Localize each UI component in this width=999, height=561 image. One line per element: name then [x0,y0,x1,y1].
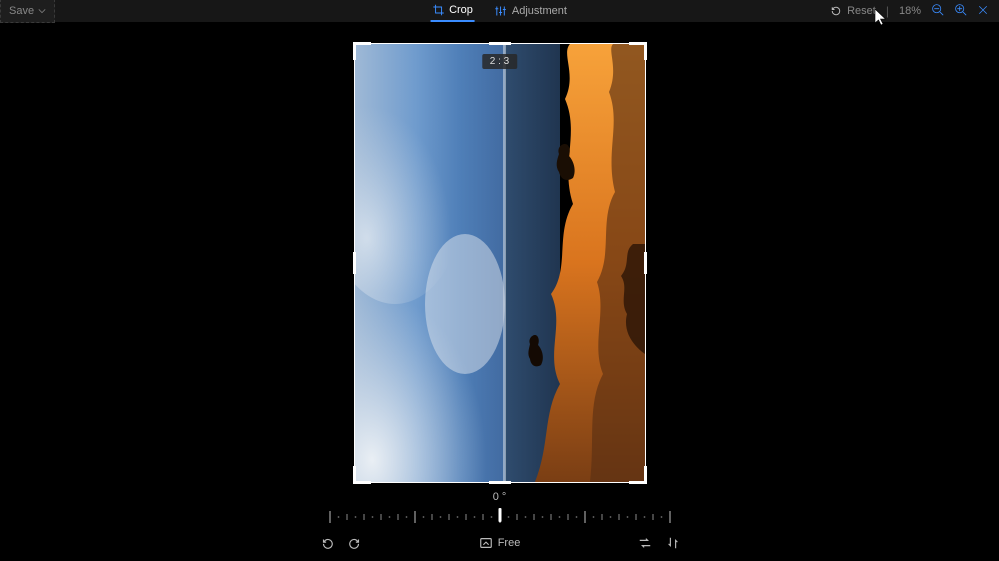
crop-icon [432,4,444,16]
rotate-right-icon [348,536,362,550]
rotate-right-button[interactable] [348,536,362,550]
bottom-controls: 0 ° [0,491,999,561]
mode-tabs: Crop Adjustment [430,0,569,22]
flip-vertical-icon [666,536,680,550]
zoom-in-button[interactable] [954,3,967,19]
right-tools: Reset | 18% [830,0,999,22]
rotate-left-icon [320,536,334,550]
chevron-down-icon [38,7,46,15]
image-canvas: 2 : 3 [0,40,999,485]
save-button[interactable]: Save [0,0,55,23]
zoom-in-icon [954,3,967,16]
rotation-pointer[interactable] [498,508,501,522]
aspect-mode-label: Free [498,537,521,549]
tab-crop-label: Crop [449,4,473,16]
flip-horizontal-icon [638,536,652,550]
aspect-ratio-icon [479,536,493,550]
zoom-level: 18% [899,5,921,17]
aspect-ratio-badge: 2 : 3 [482,54,517,69]
crop-frame[interactable]: 2 : 3 [354,43,646,483]
top-toolbar: Save Crop Adjustment Reset | 18% [0,0,999,22]
crop-handle-bottom[interactable] [489,481,511,484]
rotation-ruler[interactable] [328,506,672,528]
close-button[interactable] [977,4,989,19]
sliders-icon [495,5,507,17]
crop-handle-top[interactable] [489,42,511,45]
tab-crop[interactable]: Crop [430,0,475,22]
rotation-degree: 0 ° [493,491,507,503]
save-label: Save [9,5,34,17]
rotate-left-button[interactable] [320,536,334,550]
crop-handle-left[interactable] [353,252,356,274]
aspect-ratio-button[interactable]: Free [479,536,521,550]
tab-adjustment[interactable]: Adjustment [493,0,569,22]
close-icon [977,4,989,16]
reset-label: Reset [847,5,876,17]
crop-handle-right[interactable] [644,252,647,274]
reset-button[interactable]: Reset [830,5,876,17]
edited-image [355,44,645,482]
cursor-icon [874,8,888,26]
undo-icon [830,5,842,17]
crop-tool-row: Free [320,536,680,550]
tab-adjustment-label: Adjustment [512,5,567,17]
flip-vertical-button[interactable] [666,536,680,550]
flip-horizontal-button[interactable] [638,536,652,550]
zoom-out-icon [931,3,944,16]
zoom-out-button[interactable] [931,3,944,19]
